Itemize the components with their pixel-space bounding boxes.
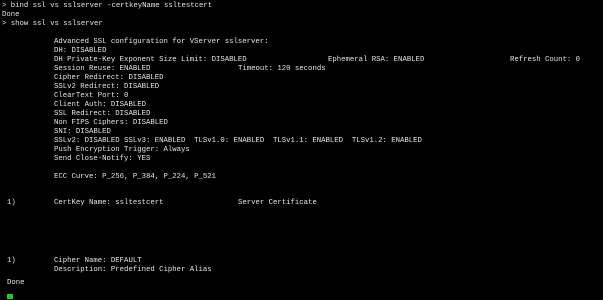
ssl-config-title: Advanced SSL configuration for VServer s… (54, 38, 269, 46)
client-auth-setting: Client Auth: DISABLED (54, 101, 146, 109)
terminal-window[interactable]: > bind ssl vs sslserver -certkeyName ssl… (0, 0, 603, 300)
certkey-index: 1) (7, 199, 16, 207)
timeout-setting: Timeout: 120 seconds (238, 65, 326, 73)
protocols-line: SSLv2: DISABLED SSLv3: ENABLED TLSv1.0: … (54, 137, 422, 146)
command-line-show: > show ssl vs sslserver (2, 20, 103, 28)
sslv3-setting: SSLv3: ENABLED (124, 137, 186, 145)
dh-setting: DH: DISABLED (54, 47, 107, 55)
sni-setting: SNI: DISABLED (54, 128, 111, 136)
send-close-notify-setting: Send Close-Notify: YES (54, 155, 151, 163)
dh-exponent-setting: DH Private-Key Exponent Size Limit: DISA… (54, 56, 247, 64)
non-fips-setting: Non FIPS Ciphers: DISABLED (54, 119, 168, 127)
session-reuse-setting: Session Reuse: ENABLED (54, 65, 151, 73)
certkey-name: CertKey Name: ssltestcert (54, 199, 164, 207)
sslv2-setting: SSLv2: DISABLED (54, 137, 120, 145)
ssl-redirect-setting: SSL Redirect: DISABLED (54, 110, 151, 118)
tls10-setting: TLSv1.0: ENABLED (194, 137, 265, 145)
cipher-index: 1) (7, 257, 16, 265)
ecc-curve-setting: ECC Curve: P_256, P_384, P_224, P_521 (54, 173, 217, 181)
cipher-redirect-setting: Cipher Redirect: DISABLED (54, 74, 164, 82)
cleartext-port-setting: ClearText Port: 0 (54, 92, 129, 100)
push-encryption-setting: Push Encryption Trigger: Always (54, 146, 190, 154)
terminal-cursor (7, 294, 13, 299)
tls11-setting: TLSv1.1: ENABLED (272, 137, 344, 145)
tls12-setting: TLSv1.2: ENABLED (351, 137, 422, 145)
cipher-name: Cipher Name: DEFAULT (54, 257, 142, 265)
ephemeral-rsa-setting: Ephemeral RSA: ENABLED (328, 56, 425, 64)
sslv2-redirect-setting: SSLv2 Redirect: DISABLED (54, 83, 160, 91)
output-done: Done (2, 11, 20, 19)
server-certificate-label: Server Certificate (238, 199, 317, 207)
output-done-final: Done (7, 279, 25, 287)
refresh-count-setting: Refresh Count: 0 (510, 56, 581, 64)
command-line-bind: > bind ssl vs sslserver -certkeyName ssl… (2, 2, 213, 10)
cipher-description: Description: Predefined Cipher Alias (54, 266, 212, 274)
